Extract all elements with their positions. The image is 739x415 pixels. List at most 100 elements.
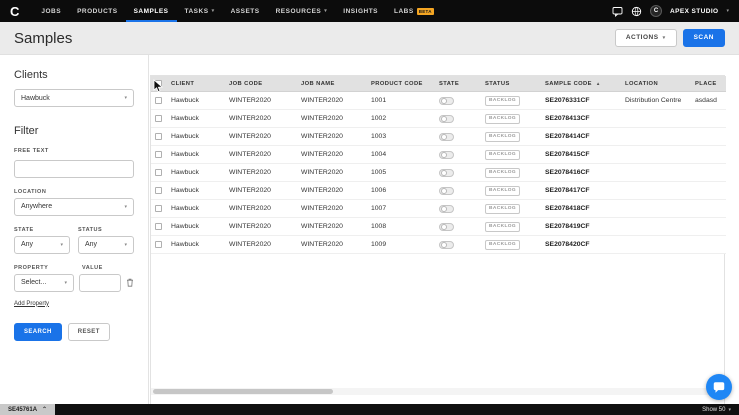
property-select[interactable]: Select... ▾ [14, 273, 74, 292]
row-checkbox[interactable] [155, 186, 162, 194]
row-checkbox[interactable] [155, 114, 162, 122]
row-checkbox[interactable] [155, 150, 162, 158]
column-header-location[interactable]: LOCATION [621, 76, 691, 93]
column-header-product-code[interactable]: PRODUCT CODE [367, 76, 435, 93]
column-header-client[interactable]: CLIENT [167, 76, 225, 93]
table-row[interactable]: Hawbuck WINTER2020 WINTER2020 1006 BACKLOG SE… [151, 181, 726, 201]
cell-state [435, 109, 481, 129]
account-name[interactable]: APEX STUDIO [670, 8, 718, 15]
state-toggle[interactable] [439, 114, 454, 123]
nav-item-insights[interactable]: INSIGHTS [335, 0, 386, 22]
table-row[interactable]: Hawbuck WINTER2020 WINTER2020 1009 BACKLOG SE… [151, 235, 726, 255]
state-toggle[interactable] [439, 132, 454, 141]
clients-heading: Clients [14, 69, 48, 81]
samples-table: CLIENT JOB CODE JOB NAME PRODUCT CODE STATE S… [151, 76, 726, 255]
state-toggle[interactable] [439, 96, 454, 105]
state-toggle[interactable] [439, 150, 454, 159]
row-checkbox[interactable] [155, 222, 162, 230]
free-text-input[interactable] [14, 159, 134, 178]
column-label: STATE [439, 80, 460, 87]
horizontal-scrollbar[interactable] [151, 388, 724, 395]
row-checkbox[interactable] [155, 204, 162, 212]
table-row[interactable]: Hawbuck WINTER2020 WINTER2020 1001 BACKLOG SE… [151, 91, 726, 111]
nav-item-products[interactable]: PRODUCTS [69, 0, 125, 22]
cell-place [691, 127, 726, 147]
scrollbar-thumb[interactable] [153, 389, 333, 394]
cell-location [621, 127, 691, 147]
globe-icon[interactable] [631, 6, 642, 17]
nav-item-jobs[interactable]: JOBS [33, 0, 69, 22]
row-checkbox[interactable] [155, 240, 162, 248]
status-select[interactable]: Any ▾ [78, 235, 134, 254]
state-toggle[interactable] [439, 186, 454, 195]
cell-place [691, 163, 726, 183]
select-all-checkbox[interactable] [155, 80, 162, 87]
column-header-status[interactable]: STATUS [481, 76, 541, 93]
status-select-value: Any [85, 241, 98, 248]
avatar[interactable]: C [650, 5, 663, 17]
row-checkbox[interactable] [155, 96, 162, 104]
location-label: LOCATION [14, 188, 47, 195]
nav-item-label: INSIGHTS [343, 7, 378, 15]
nav-item-labs[interactable]: LABS BETA [386, 0, 442, 22]
nav-item-assets[interactable]: ASSETS [223, 0, 268, 22]
row-checkbox-cell [151, 109, 167, 129]
state-toggle[interactable] [439, 204, 454, 213]
page-size-label: Show 50 [702, 406, 726, 413]
table-row[interactable]: Hawbuck WINTER2020 WINTER2020 1003 BACKLOG SE… [151, 127, 726, 147]
cell-state [435, 127, 481, 147]
scan-tray-toggle[interactable]: SE45761A ⌃ [0, 404, 56, 415]
column-header-job-code[interactable]: JOB CODE [225, 76, 297, 93]
cell-job-code: WINTER2020 [225, 217, 297, 237]
column-header-sample-code[interactable]: SAMPLE CODE ▲ [541, 76, 621, 93]
cell-job-code: WINTER2020 [225, 163, 297, 183]
nav-item-label: JOBS [41, 7, 62, 15]
state-toggle[interactable] [439, 168, 454, 177]
actions-button[interactable]: ACTIONS ▾ [614, 28, 677, 48]
state-toggle[interactable] [439, 240, 454, 249]
state-select[interactable]: Any ▾ [14, 235, 70, 254]
reset-button[interactable]: RESET [67, 322, 110, 341]
cell-location [621, 163, 691, 183]
toggle-knob [441, 242, 447, 249]
cell-job-name: WINTER2020 [297, 145, 367, 165]
property-value-input[interactable] [79, 273, 121, 292]
nav-item-tasks[interactable]: TASKS ▾ [177, 0, 223, 22]
row-checkbox[interactable] [155, 132, 162, 140]
table-row[interactable]: Hawbuck WINTER2020 WINTER2020 1004 BACKLOG SE… [151, 145, 726, 165]
nav-item-label: SAMPLES [133, 7, 169, 15]
trash-icon[interactable] [126, 278, 134, 288]
chevron-down-icon: ▾ [662, 34, 666, 41]
table-row[interactable]: Hawbuck WINTER2020 WINTER2020 1005 BACKLOG SE… [151, 163, 726, 183]
page-size-select[interactable]: Show 50 ▾ [702, 407, 731, 413]
table-row[interactable]: Hawbuck WINTER2020 WINTER2020 1007 BACKLOG SE… [151, 199, 726, 219]
client-select[interactable]: Hawbuck ▾ [14, 89, 134, 107]
message-icon[interactable] [612, 6, 623, 17]
add-property-link[interactable]: Add Property [14, 301, 49, 307]
table-row[interactable]: Hawbuck WINTER2020 WINTER2020 1008 BACKLOG SE… [151, 217, 726, 237]
column-header-place[interactable]: PLACE [691, 76, 726, 93]
cell-client: Hawbuck [167, 109, 225, 129]
table-row[interactable]: Hawbuck WINTER2020 WINTER2020 1002 BACKLOG SE… [151, 109, 726, 129]
column-header-state[interactable]: STATE [435, 76, 481, 93]
cell-product-code: 1004 [367, 145, 435, 165]
cell-sample-code: SE2078417CF [541, 181, 621, 201]
status-badge: BACKLOG [485, 185, 521, 196]
table-body: Hawbuck WINTER2020 WINTER2020 1001 BACKLOG SE… [151, 91, 726, 255]
column-label: JOB CODE [229, 80, 263, 87]
column-label: PRODUCT CODE [371, 80, 423, 87]
tray-label: SE45761A [8, 406, 38, 413]
nav-item-samples[interactable]: SAMPLES [126, 0, 177, 22]
row-checkbox-cell [151, 145, 167, 165]
search-button[interactable]: SEARCH [14, 322, 62, 341]
nav-item-resources[interactable]: RESOURCES ▾ [268, 0, 336, 22]
chat-launcher-button[interactable] [706, 374, 732, 400]
state-toggle[interactable] [439, 222, 454, 231]
chevron-down-icon: ▾ [64, 279, 67, 286]
status-badge: BACKLOG [485, 95, 521, 106]
cell-product-code: 1009 [367, 235, 435, 255]
location-select[interactable]: Anywhere ▾ [14, 197, 134, 216]
row-checkbox[interactable] [155, 168, 162, 176]
scan-button[interactable]: SCAN [682, 28, 725, 48]
column-header-job-name[interactable]: JOB NAME [297, 76, 367, 93]
